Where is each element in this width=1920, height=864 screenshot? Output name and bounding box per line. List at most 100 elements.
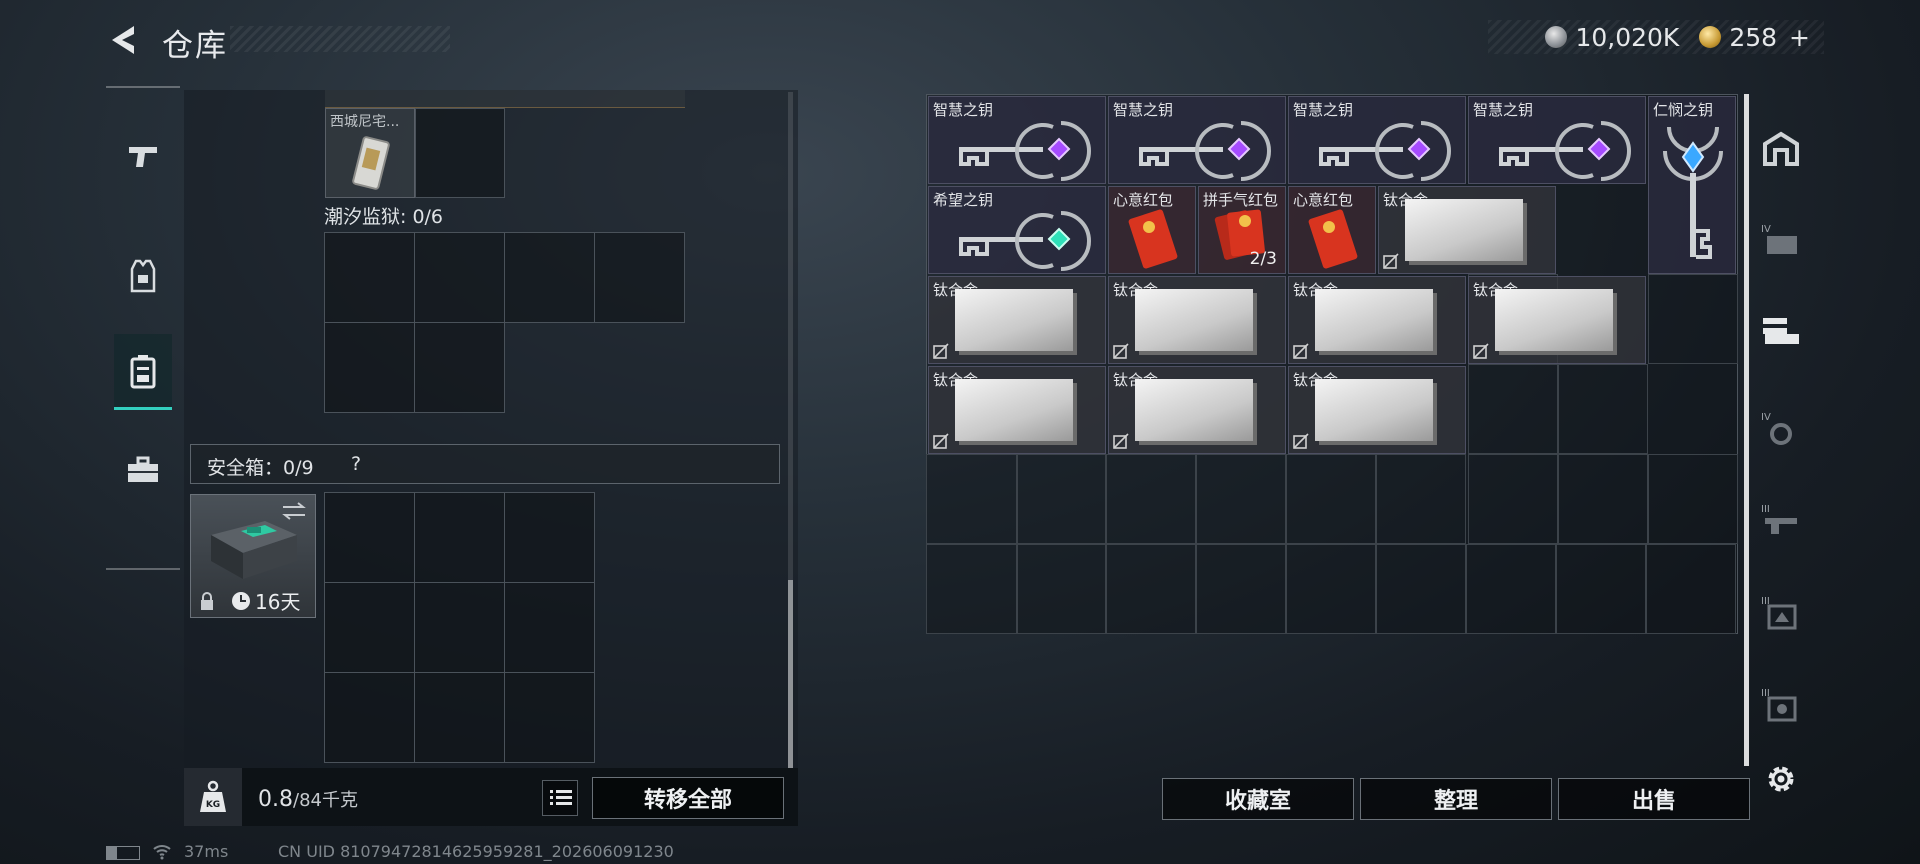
grid-slot[interactable] — [1468, 364, 1558, 454]
titanium-alloy-item[interactable]: 钛合金 — [928, 276, 1106, 364]
grid-slot[interactable] — [1466, 544, 1556, 634]
keycard-item[interactable]: 西城尼宅... — [325, 108, 415, 198]
key-item[interactable]: 智慧之钥 — [1288, 96, 1466, 184]
left-tab-column — [106, 86, 180, 570]
grid-slot[interactable] — [1196, 544, 1286, 634]
safebox-slot[interactable] — [324, 582, 415, 673]
gold-value: 258 — [1729, 22, 1778, 52]
titanium-alloy-item[interactable]: 钛合金 — [928, 366, 1106, 454]
grid-slot[interactable] — [414, 322, 505, 413]
ping-readout: 37ms — [184, 842, 229, 861]
back-button[interactable] — [104, 22, 144, 58]
titanium-alloy-item[interactable]: 钛合金 — [1468, 276, 1646, 364]
wifi-icon — [152, 842, 172, 864]
grid-slot[interactable] — [1016, 454, 1106, 544]
item-count: 2/3 — [1249, 249, 1277, 269]
tier-4-case-icon: IV — [1761, 224, 1797, 254]
grid-slot[interactable] — [1376, 544, 1466, 634]
titanium-alloy-item[interactable]: 钛合金 — [1288, 276, 1466, 364]
grid-slot[interactable] — [1558, 364, 1648, 454]
safebox-slot[interactable] — [504, 672, 595, 763]
silver-value: 10,020K — [1575, 22, 1680, 52]
safebox-slot[interactable] — [414, 582, 505, 673]
right-scrollbar[interactable] — [1744, 94, 1749, 766]
help-icon[interactable]: ? — [351, 453, 361, 475]
titanium-alloy-item[interactable]: 钛合金 — [1288, 366, 1466, 454]
grid-slot[interactable] — [594, 232, 685, 323]
grid-slot[interactable] — [1646, 544, 1736, 634]
titanium-alloy-item[interactable]: 钛合金 — [1378, 186, 1556, 274]
tab-tier4-case[interactable]: IV — [1758, 210, 1804, 270]
grid-slot[interactable] — [1468, 454, 1558, 544]
lucky-envelope-item[interactable]: 拼手气红包 2/3 — [1198, 186, 1286, 274]
tab-backpack[interactable] — [114, 334, 172, 410]
key-item[interactable]: 希望之钥 — [928, 186, 1106, 274]
tab-weapon-rack[interactable] — [1758, 300, 1804, 360]
grid-slot[interactable] — [1286, 544, 1376, 634]
svg-text:IV: IV — [1761, 412, 1771, 423]
list-icon — [550, 790, 572, 805]
tier-3-case-icon: III — [1761, 596, 1797, 630]
tab-armor[interactable] — [106, 238, 180, 314]
swap-icon[interactable] — [281, 501, 307, 521]
tab-weapons[interactable] — [106, 118, 180, 194]
red-envelope-item[interactable]: 心意红包 — [1288, 186, 1376, 274]
titanium-alloy-item[interactable]: 钛合金 — [1108, 276, 1286, 364]
sell-button[interactable]: 出售 — [1558, 778, 1750, 820]
grid-slot[interactable] — [1648, 454, 1738, 544]
grid-slot[interactable] — [926, 544, 1018, 634]
grid-slot[interactable] — [1648, 274, 1738, 364]
safebox-slot[interactable] — [414, 672, 505, 763]
key-item-vertical[interactable]: 仁悯之钥 — [1648, 96, 1736, 274]
key-item[interactable]: 智慧之钥 — [1468, 96, 1646, 184]
sort-button[interactable]: 整理 — [1360, 778, 1552, 820]
tab-tier4-weapon[interactable]: IV — [1758, 398, 1804, 458]
safebox-slot[interactable] — [414, 492, 505, 583]
ornate-key-icon — [959, 211, 1091, 271]
safebox-item[interactable]: 16天 — [190, 494, 316, 618]
grid-slot[interactable] — [415, 108, 505, 198]
alloy-plate-icon — [1315, 289, 1433, 351]
alloy-plate-icon — [955, 379, 1073, 441]
transfer-all-button[interactable]: 转移全部 — [592, 777, 784, 819]
red-envelope-icon — [1128, 209, 1178, 269]
grid-slot[interactable] — [926, 454, 1018, 544]
safebox-slot[interactable] — [504, 582, 595, 673]
battery-icon — [106, 846, 140, 860]
grid-slot[interactable] — [324, 232, 415, 323]
settings-button[interactable] — [1764, 762, 1798, 796]
add-currency-button[interactable]: + — [1789, 23, 1810, 52]
briefcase-icon — [128, 456, 158, 482]
tab-tier3-box[interactable]: III — [1758, 674, 1804, 734]
tab-toolbox[interactable] — [106, 432, 180, 508]
safebox-label: 安全箱：0/9 — [207, 457, 314, 479]
tab-vault[interactable] — [1758, 118, 1804, 178]
list-view-button[interactable] — [542, 780, 578, 816]
grid-slot[interactable] — [1106, 544, 1196, 634]
red-envelope-item[interactable]: 心意红包 — [1108, 186, 1196, 274]
left-scrollbar-thumb[interactable] — [788, 580, 793, 768]
title-stripe — [230, 26, 450, 52]
tab-tier3-case[interactable]: III — [1758, 582, 1804, 642]
grid-slot[interactable] — [414, 232, 505, 323]
grid-slot[interactable] — [324, 322, 415, 413]
key-item[interactable]: 智慧之钥 — [928, 96, 1106, 184]
collection-room-button[interactable]: 收藏室 — [1162, 778, 1354, 820]
titanium-alloy-item[interactable]: 钛合金 — [1108, 366, 1286, 454]
tab-tier3-rifle[interactable]: III — [1758, 490, 1804, 550]
grid-slot[interactable] — [1196, 454, 1286, 544]
weight-readout: 0.8/84千克 — [258, 786, 358, 812]
safebox-slot[interactable] — [504, 492, 595, 583]
grid-slot[interactable] — [1376, 454, 1466, 544]
grid-slot[interactable] — [1286, 454, 1376, 544]
safebox-slot[interactable] — [324, 672, 415, 763]
weight-max: /84千克 — [293, 790, 358, 811]
grid-slot[interactable] — [1558, 454, 1648, 544]
item-name: 心意红包 — [1293, 191, 1354, 209]
grid-slot[interactable] — [1016, 544, 1106, 634]
grid-slot[interactable] — [1106, 454, 1196, 544]
safebox-slot[interactable] — [324, 492, 415, 583]
grid-slot[interactable] — [504, 232, 595, 323]
key-item[interactable]: 智慧之钥 — [1108, 96, 1286, 184]
grid-slot[interactable] — [1556, 544, 1646, 634]
